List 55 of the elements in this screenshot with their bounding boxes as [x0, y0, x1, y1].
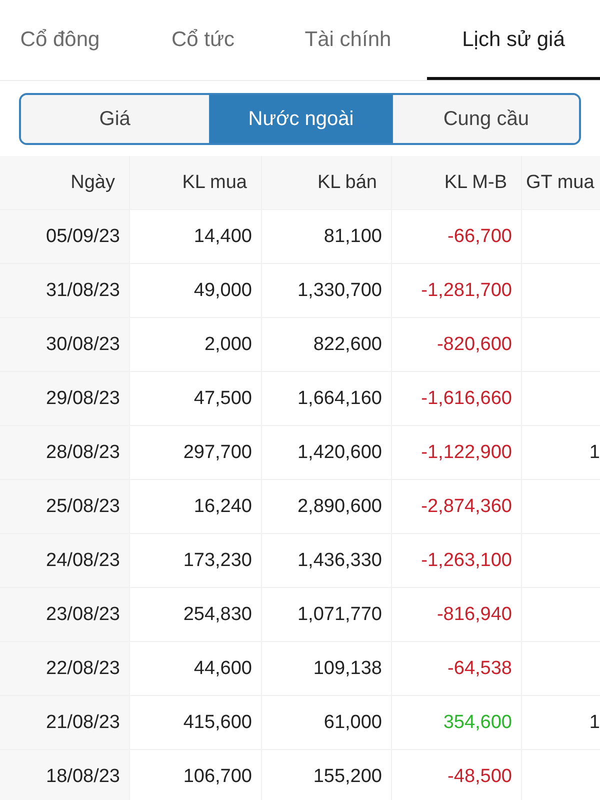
date-cell: 29/08/23 — [0, 372, 130, 426]
table-cell: -1,122,900 — [392, 426, 522, 480]
table-cell: 14,400 — [130, 210, 262, 264]
segment-tab[interactable]: Giá — [21, 95, 209, 143]
date-cell: 21/08/23 — [0, 696, 130, 750]
date-cell: 30/08/23 — [0, 318, 130, 372]
table-cell: 1,436,330 — [262, 534, 392, 588]
table-cell: 822,600 — [262, 318, 392, 372]
date-cell: 18/08/23 — [0, 750, 130, 800]
table-cell: 49,000 — [130, 264, 262, 318]
table-cell: 254,830 — [130, 588, 262, 642]
date-cell: 22/08/23 — [0, 642, 130, 696]
table-cell: -1,616,660 — [392, 372, 522, 426]
column-header: KL bán — [317, 172, 377, 194]
table-cell: -1,263,100 — [392, 534, 522, 588]
table-cell: 354,600 — [392, 696, 522, 750]
table-cell: 1,071,770 — [262, 588, 392, 642]
table-cell: -66,700 — [392, 210, 522, 264]
table-cell: 1 — [589, 712, 600, 734]
column-header: GT mua — [526, 172, 594, 194]
segment-tab[interactable]: Cung cầu — [392, 95, 579, 143]
table-cell: 81,100 — [262, 210, 392, 264]
date-cell: 25/08/23 — [0, 480, 130, 534]
table-cell: 61,000 — [262, 696, 392, 750]
table-cell: 2,000 — [130, 318, 262, 372]
tab[interactable]: Lịch sử giá — [427, 0, 600, 80]
date-cell: 31/08/23 — [0, 264, 130, 318]
table-cell: 1,664,160 — [262, 372, 392, 426]
table-cell: 44,600 — [130, 642, 262, 696]
column-header: KL M-B — [444, 172, 507, 194]
table-cell: 1,330,700 — [262, 264, 392, 318]
tab[interactable]: Cổ đông — [0, 0, 120, 80]
table-cell: 297,700 — [130, 426, 262, 480]
table-cell: 47,500 — [130, 372, 262, 426]
tab[interactable]: Cổ tức — [120, 0, 286, 80]
table-cell: 109,138 — [262, 642, 392, 696]
table-cell: -816,940 — [392, 588, 522, 642]
date-cell: 23/08/23 — [0, 588, 130, 642]
column-header: Ngày — [70, 172, 115, 194]
tab[interactable]: Tài chính — [286, 0, 410, 80]
date-cell: 05/09/23 — [0, 210, 130, 264]
table-cell: 1,420,600 — [262, 426, 392, 480]
table-cell: 415,600 — [130, 696, 262, 750]
table-cell: 2,890,600 — [262, 480, 392, 534]
table-cell: -64,538 — [392, 642, 522, 696]
column-header: KL mua — [182, 172, 247, 194]
date-cell: 28/08/23 — [0, 426, 130, 480]
date-cell: 24/08/23 — [0, 534, 130, 588]
table-cell: 16,240 — [130, 480, 262, 534]
table-cell: -2,874,360 — [392, 480, 522, 534]
table-cell: 1 — [589, 442, 600, 464]
segment-tab[interactable]: Nước ngoài — [208, 95, 392, 143]
table-cell: -1,281,700 — [392, 264, 522, 318]
table-cell: -820,600 — [392, 318, 522, 372]
table-cell: 173,230 — [130, 534, 262, 588]
